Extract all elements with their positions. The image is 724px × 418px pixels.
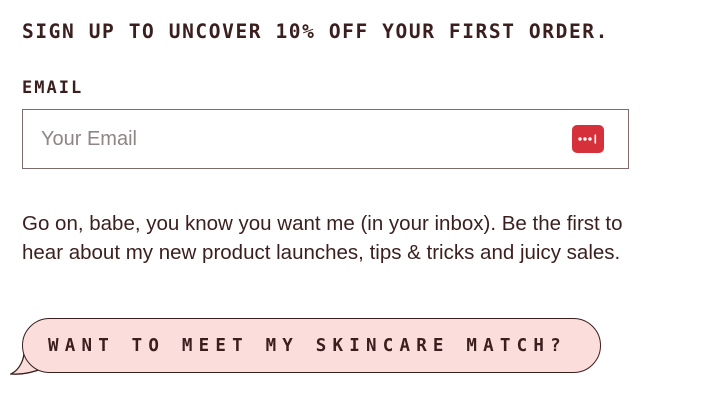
signup-description: Go on, babe, you know you want me (in yo…	[22, 212, 623, 264]
email-field[interactable]	[41, 110, 561, 168]
password-dots-icon	[578, 134, 597, 144]
email-field-container	[22, 109, 629, 169]
signup-section: SIGN UP TO UNCOVER 10% OFF YOUR FIRST OR…	[0, 0, 724, 418]
password-manager-icon[interactable]	[572, 125, 604, 153]
skincare-match-label: WANT TO MEET MY SKINCARE MATCH?	[48, 335, 567, 356]
skincare-match-cta[interactable]: WANT TO MEET MY SKINCARE MATCH?	[10, 318, 602, 378]
email-label: EMAIL	[22, 78, 84, 98]
signup-headline: SIGN UP TO UNCOVER 10% OFF YOUR FIRST OR…	[22, 20, 609, 43]
skincare-match-button[interactable]: WANT TO MEET MY SKINCARE MATCH?	[22, 318, 601, 373]
